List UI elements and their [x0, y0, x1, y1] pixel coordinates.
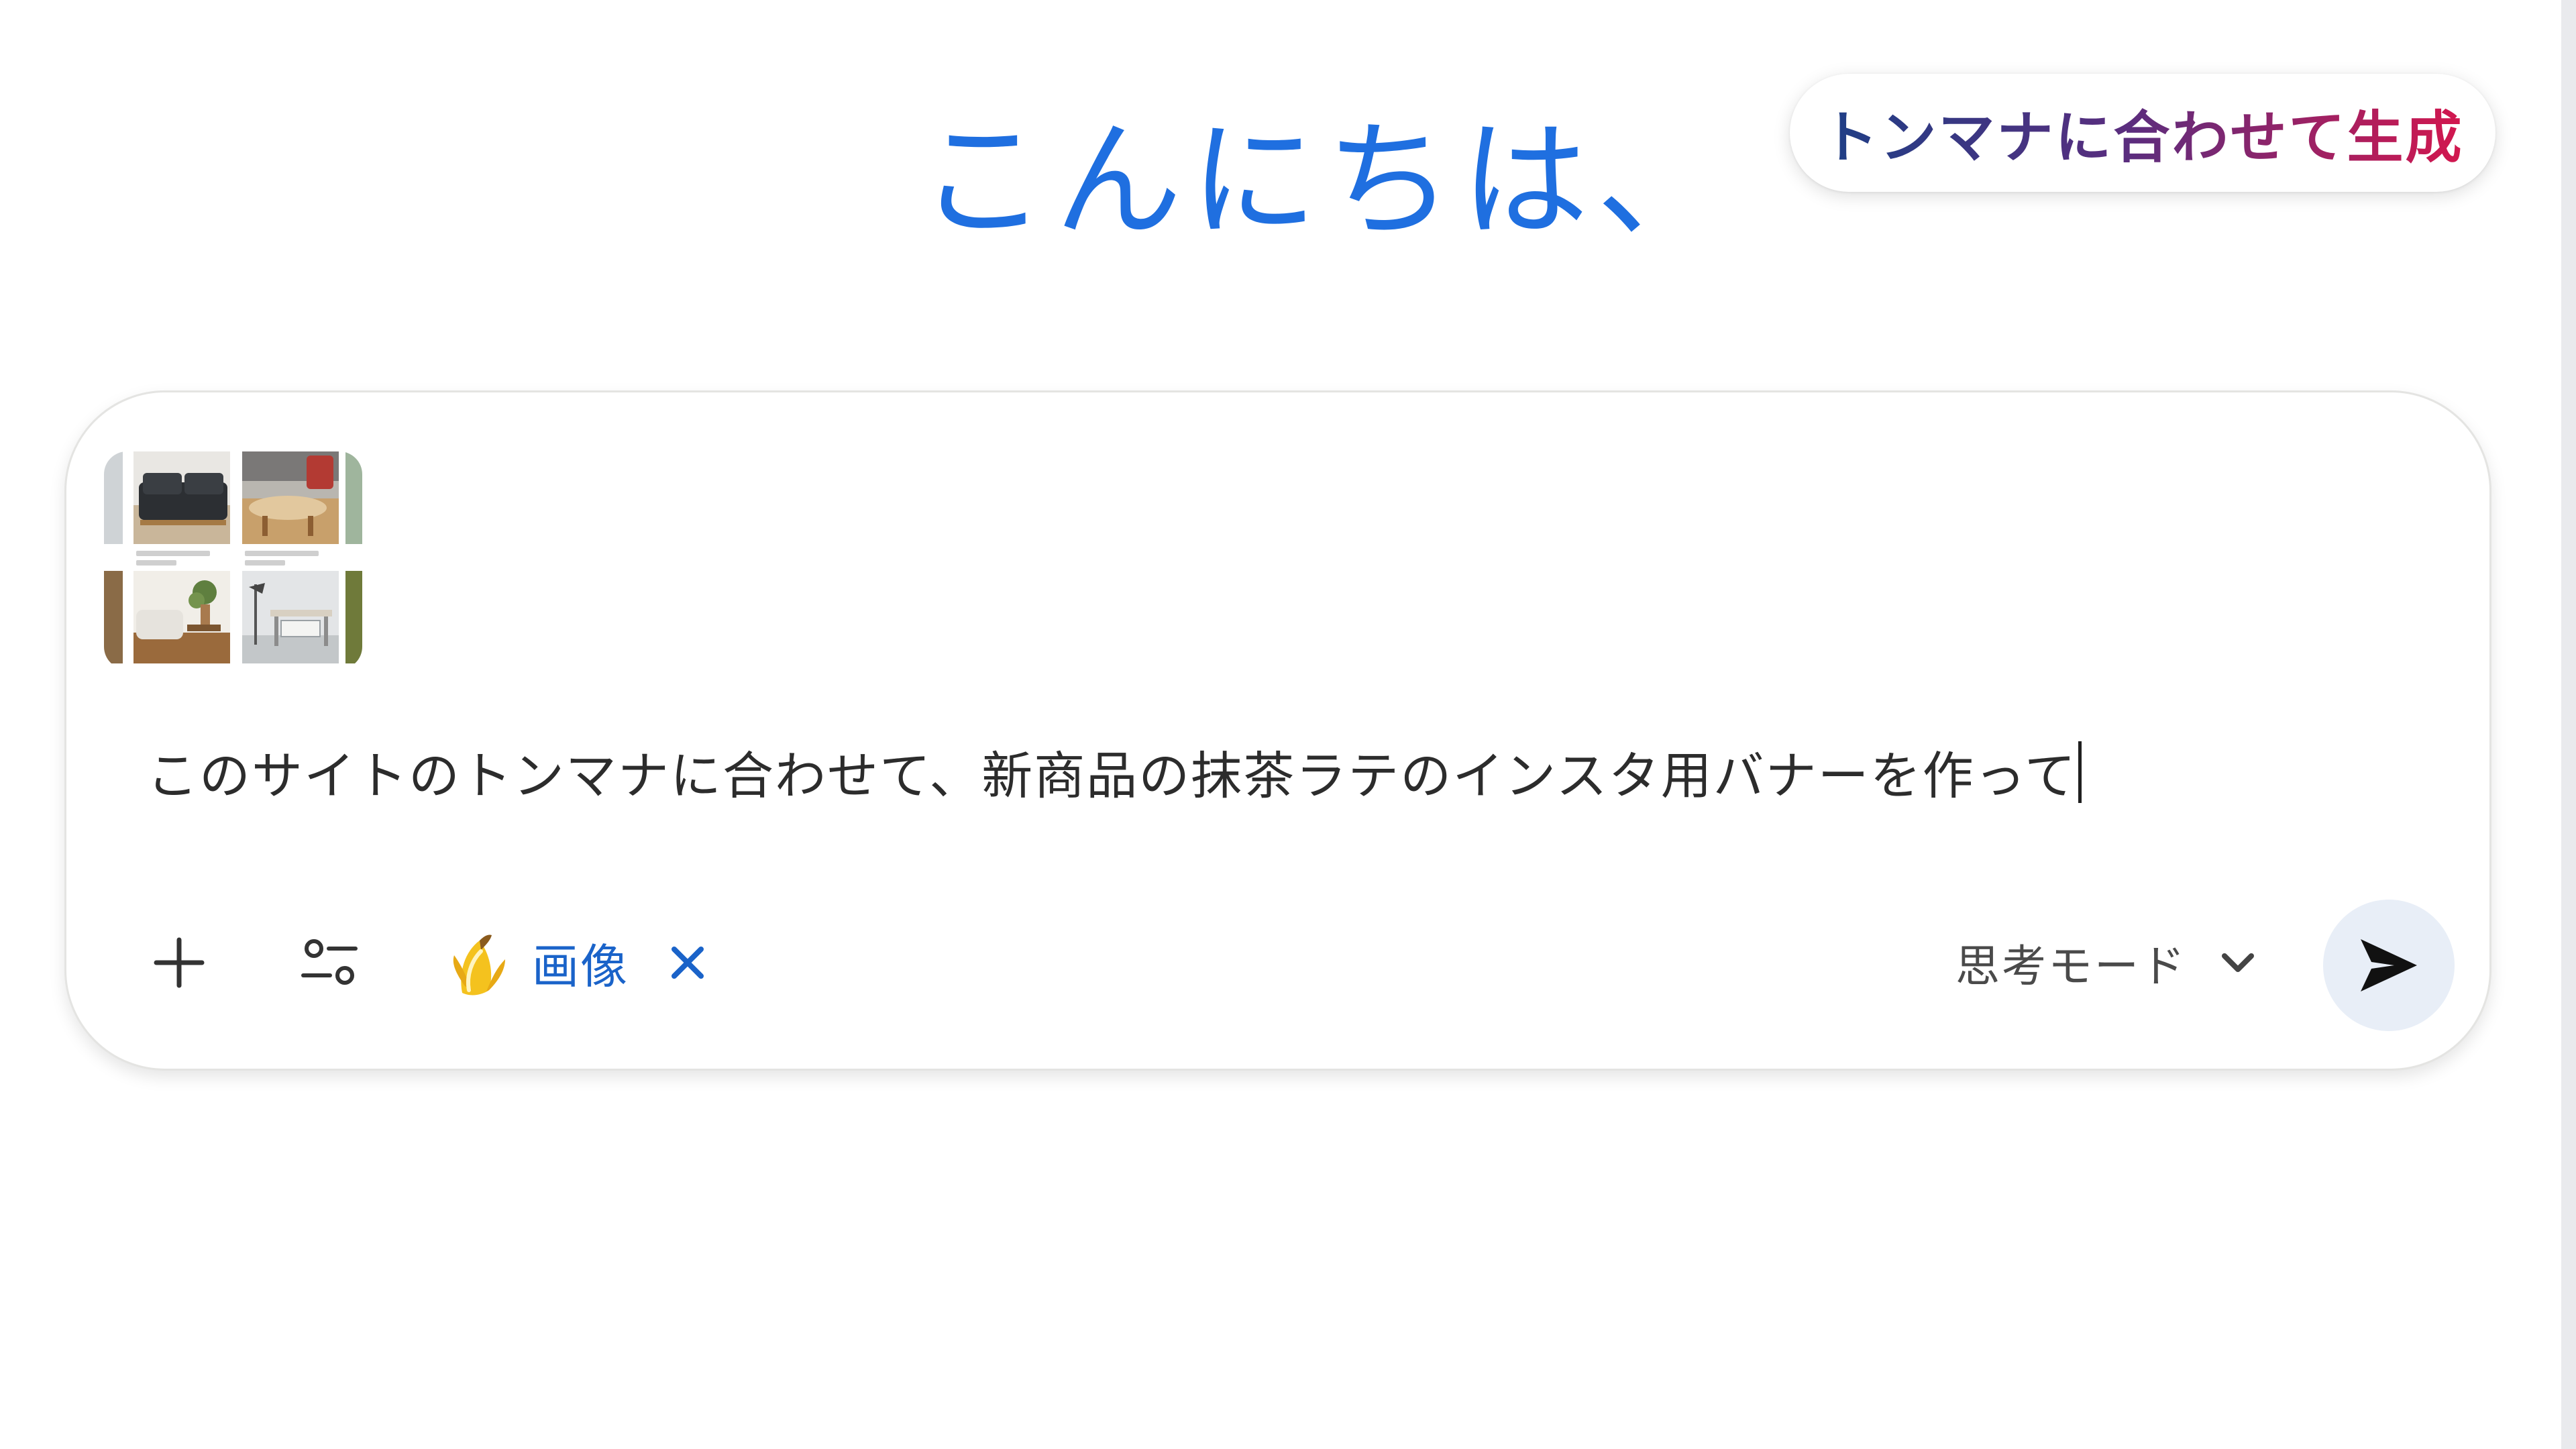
- sofa-photo: [133, 451, 230, 544]
- thumb-edge: [104, 451, 123, 544]
- prompt-input-text: このサイトのトンマナに合わせて、新商品の抹茶ラテのインスタ用バナーを作って: [147, 746, 2077, 806]
- prompt-input[interactable]: このサイトのトンマナに合わせて、新商品の抹茶ラテのインスタ用バナーを作って: [147, 741, 2082, 810]
- thumb-edge: [345, 571, 362, 663]
- attached-image-thumbnail[interactable]: [104, 451, 362, 669]
- plus-icon: [154, 937, 205, 988]
- add-button[interactable]: [132, 916, 226, 1010]
- thinking-mode-label: 思考モード: [1955, 941, 2187, 992]
- chevron-down-icon: [2222, 953, 2254, 972]
- text-caret: [2078, 741, 2082, 803]
- app-page: こんにちは、 トンマナに合わせて生成 このサイトのトンマナに合わせて、新商品の抹…: [0, 0, 2576, 1449]
- prompt-composer: このサイトのトンマナに合わせて、新商品の抹茶ラテのインスタ用バナーを作って 画像…: [64, 390, 2491, 1071]
- tonmana-chip-label: トンマナに合わせて生成: [1821, 93, 2463, 174]
- greeting-title: こんにちは、: [919, 107, 1733, 255]
- thumb-caption: [136, 551, 210, 556]
- window-edge: [2561, 0, 2576, 1449]
- thumb-caption: [136, 560, 176, 566]
- send-button[interactable]: [2323, 900, 2455, 1031]
- tonmana-suggestion-chip[interactable]: トンマナに合わせて生成: [1790, 74, 2496, 192]
- send-icon: [2361, 939, 2417, 991]
- image-tool-label: 画像: [532, 938, 629, 994]
- room-plant-photo: [133, 571, 230, 663]
- desk-lamp-photo: [242, 571, 339, 663]
- living-room-photo: [242, 451, 339, 544]
- thumb-edge: [104, 571, 123, 663]
- thinking-mode-dropdown[interactable]: 思考モード: [1955, 929, 2257, 996]
- thumb-caption: [245, 551, 319, 556]
- sliders-icon: [301, 939, 358, 985]
- image-tool-chip[interactable]: 画像: [442, 922, 708, 1003]
- banana-icon: [453, 934, 505, 996]
- close-icon[interactable]: [667, 943, 708, 983]
- tools-button[interactable]: [282, 916, 376, 1010]
- thumb-caption: [245, 560, 285, 566]
- thumb-edge: [345, 451, 362, 544]
